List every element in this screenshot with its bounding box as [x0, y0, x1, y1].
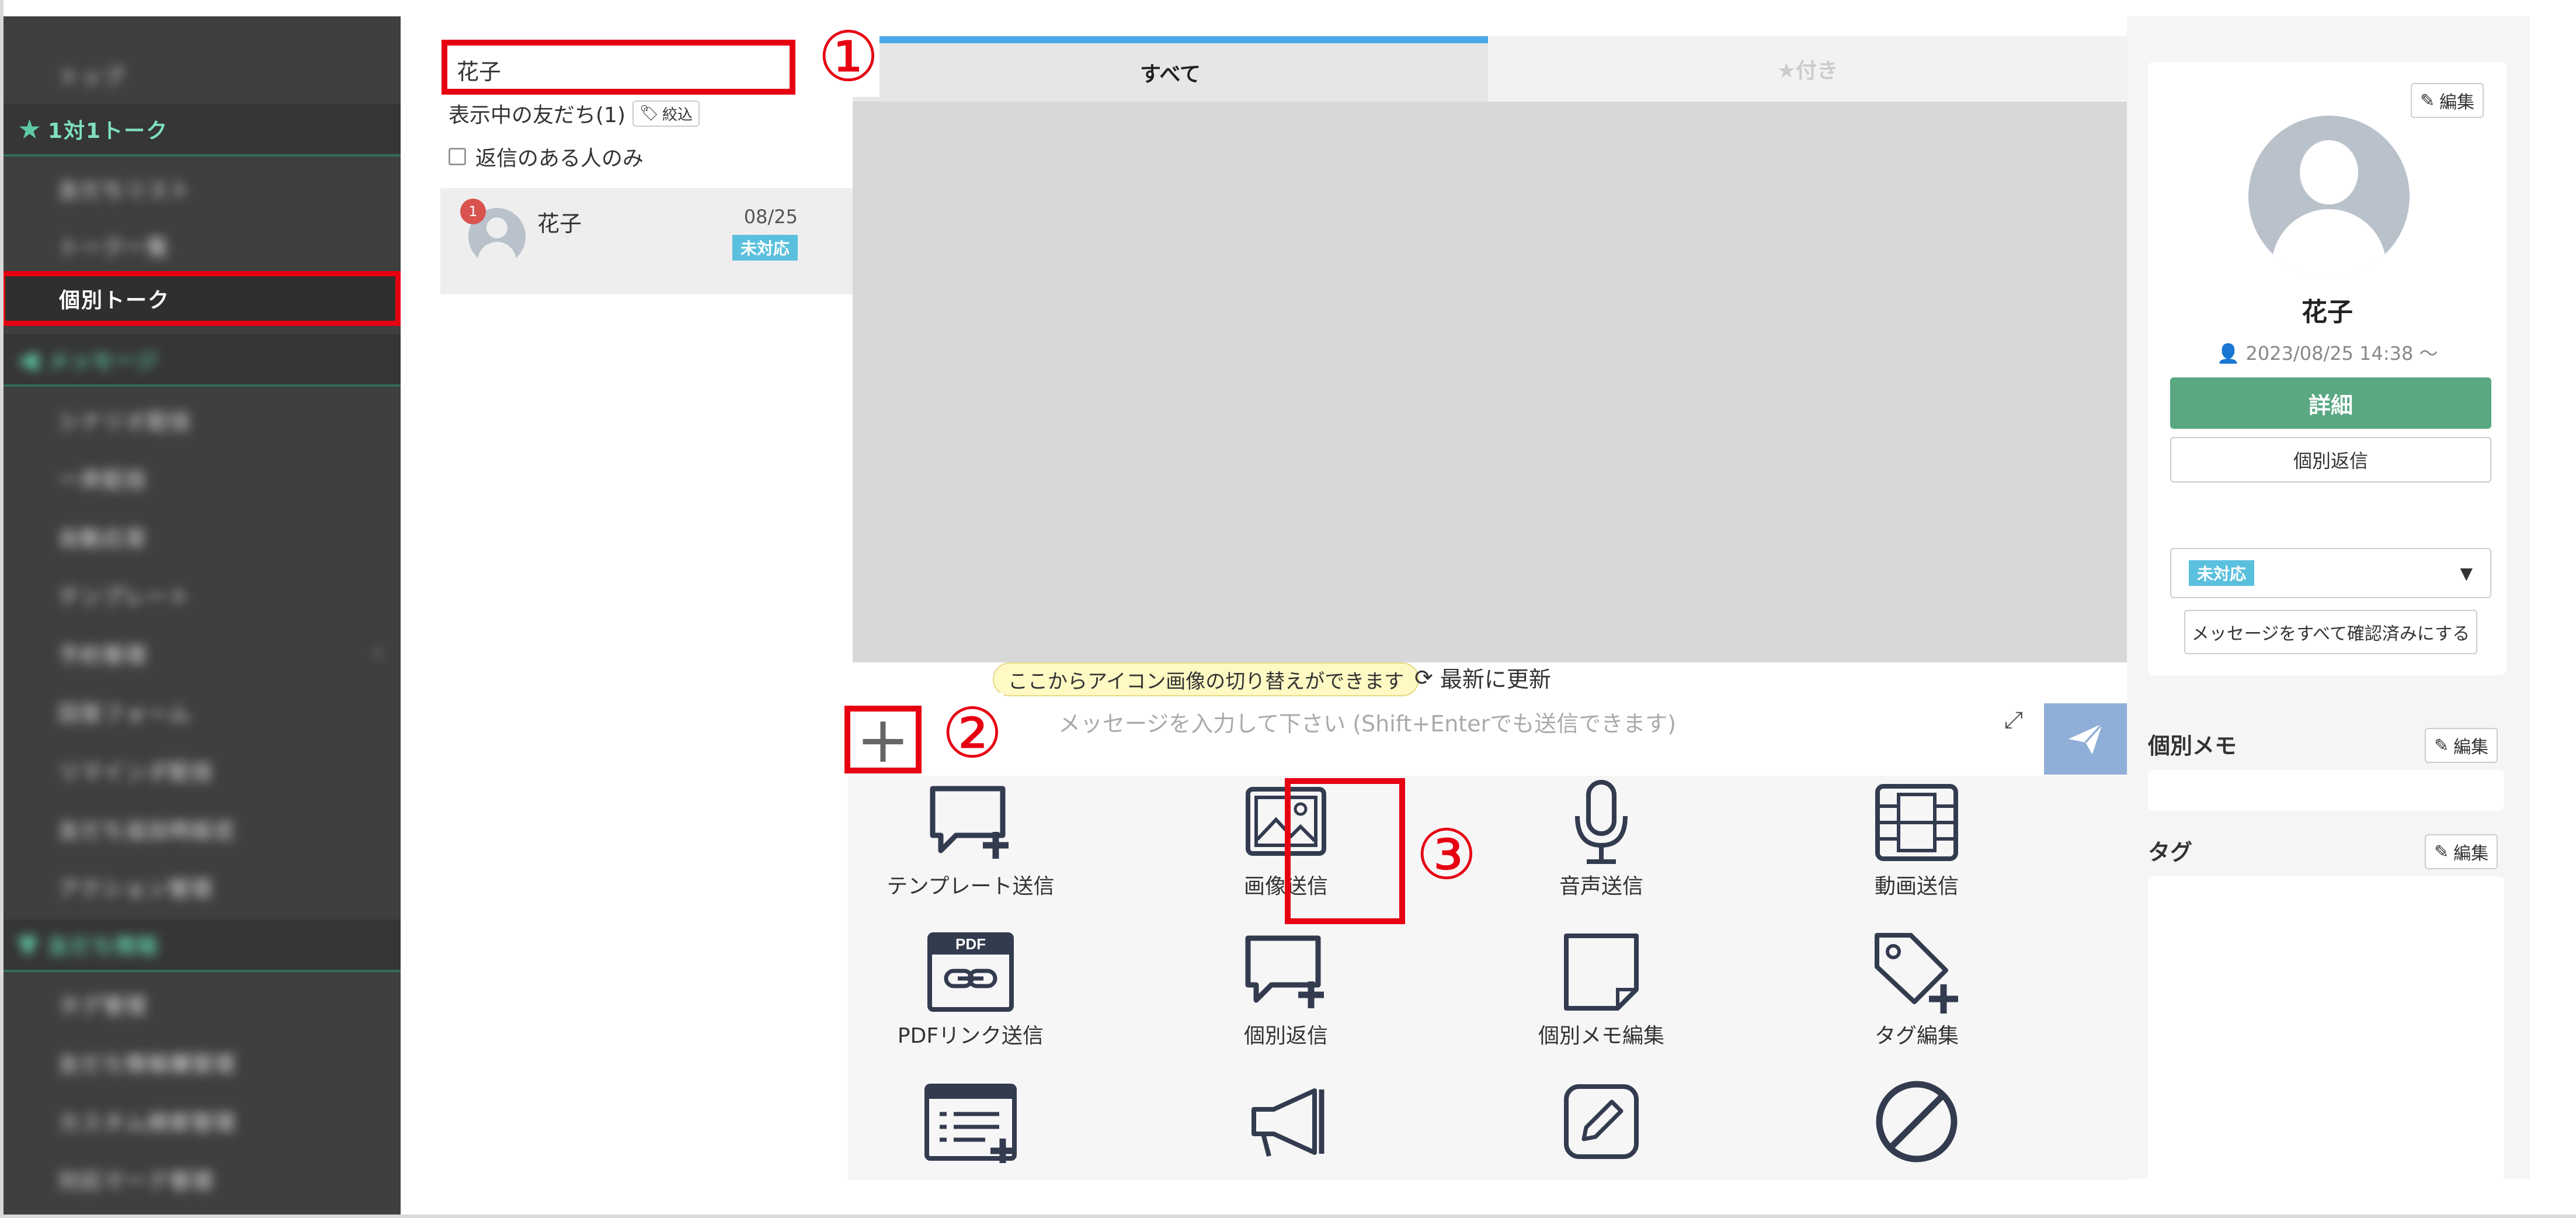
outer-border [0, 0, 2576, 1218]
screen: トップ ★ 1対1トーク 友だちリスト トーク一覧 個別トーク ◀ メッセージ シナ… [0, 0, 2576, 1218]
